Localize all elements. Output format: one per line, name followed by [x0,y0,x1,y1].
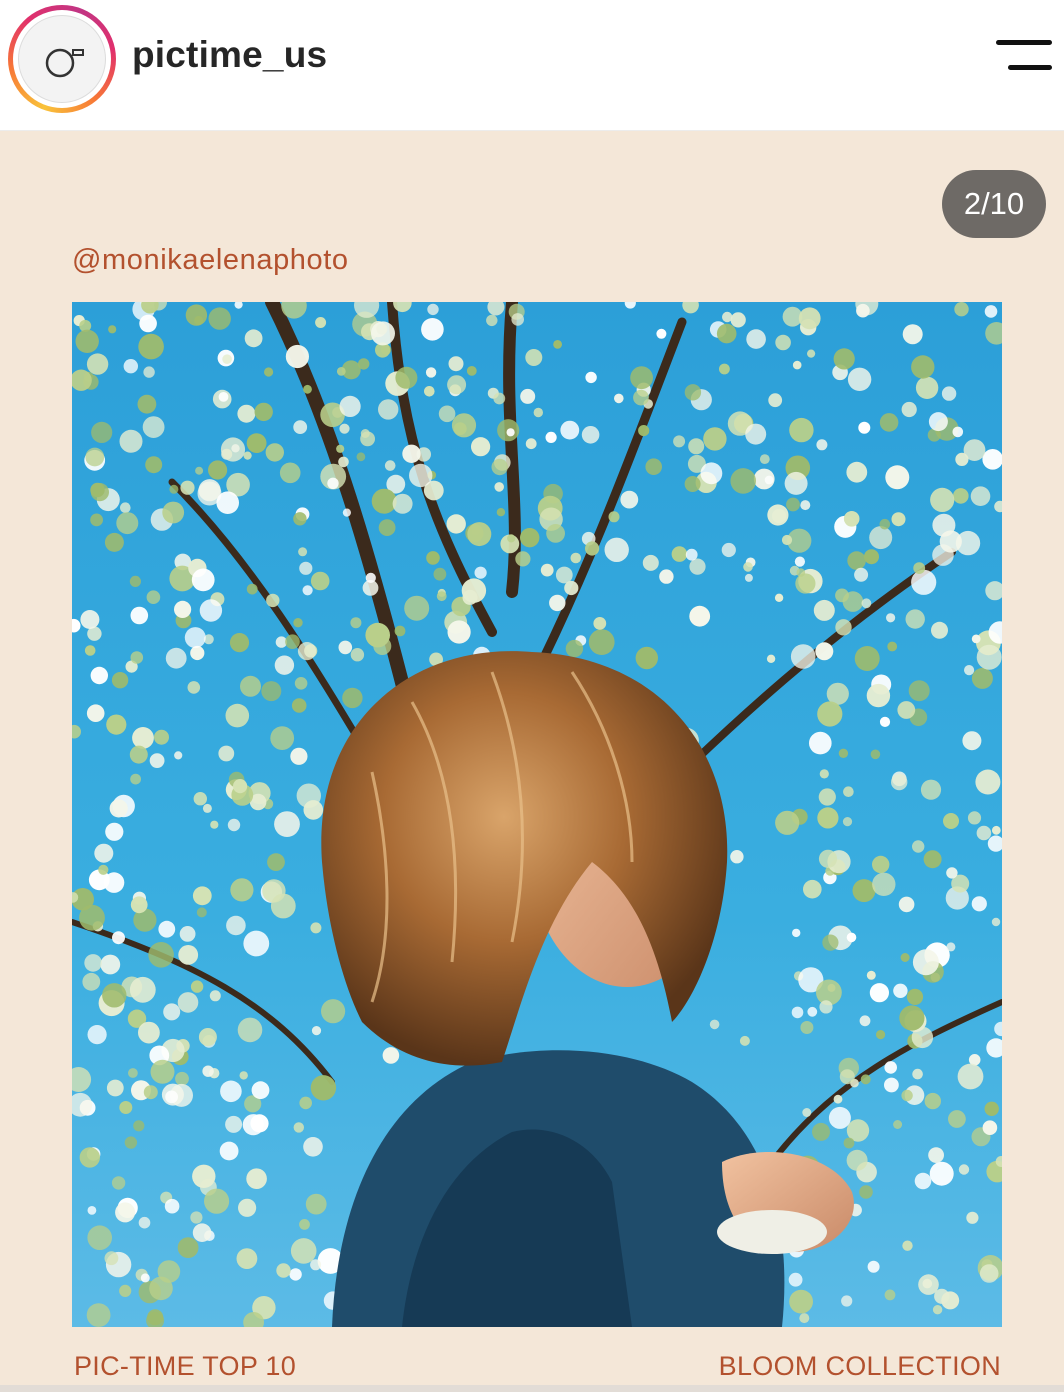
menu-bar-top [996,40,1052,45]
blossom-child-illustration [72,302,1002,1327]
collection-series-label: PIC-TIME TOP 10 [74,1351,297,1381]
collection-name-label: BLOOM COLLECTION [718,1351,1001,1381]
menu-bar-bottom [1008,65,1052,70]
photographer-handle[interactable]: @monikaelenaphoto [72,244,349,277]
profile-header: pictime_us [0,0,1064,131]
post-photo[interactable] [72,302,1002,1327]
avatar[interactable] [18,15,106,103]
carousel-post[interactable]: 2/10 @monikaelenaphoto PIC-TIME TOP 10 B… [0,131,1064,1392]
avatar-frame [13,10,111,108]
divider [0,1385,1064,1392]
story-ring[interactable] [8,5,116,113]
hamburger-menu-icon[interactable] [992,36,1054,80]
slide-counter-badge: 2/10 [942,170,1046,238]
camera-logo-icon [45,48,84,78]
profile-username[interactable]: pictime_us [132,34,327,76]
